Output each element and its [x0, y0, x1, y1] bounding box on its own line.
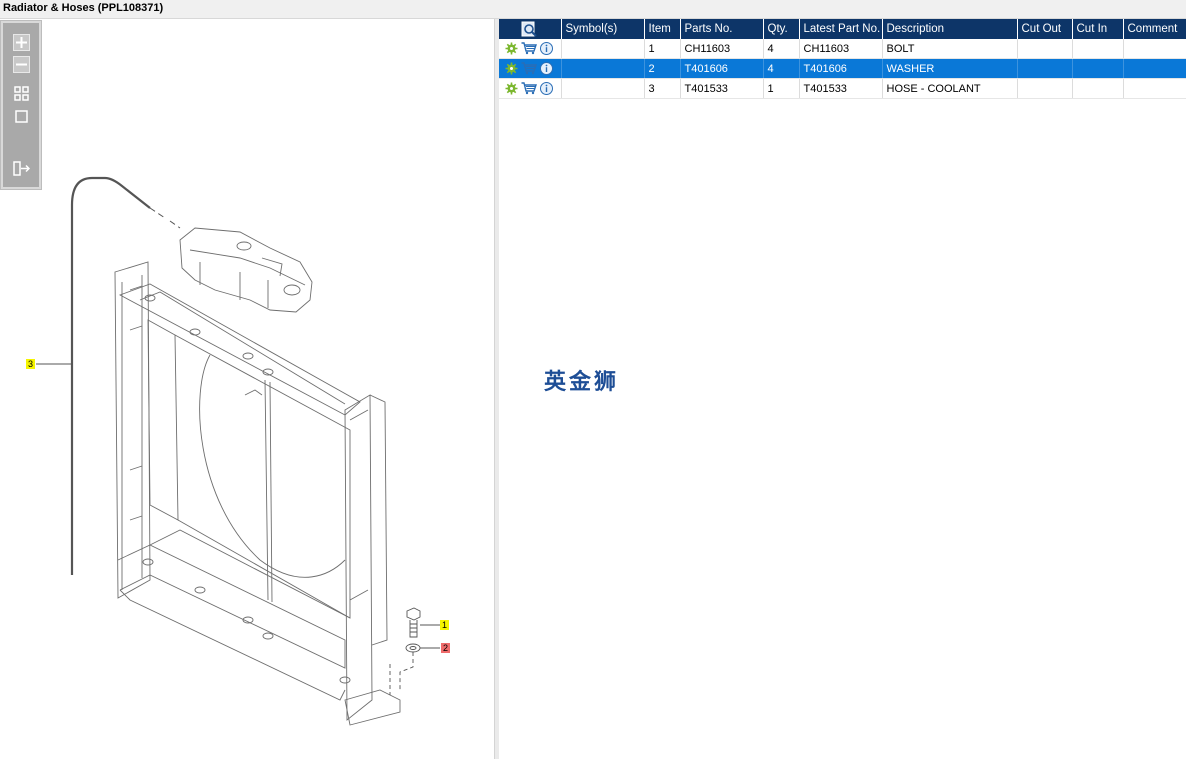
parts-diagram — [36, 176, 440, 726]
info-icon[interactable] — [540, 62, 553, 75]
cell-symbols — [561, 39, 645, 59]
diagram-pane[interactable]: 3 1 2 — [0, 19, 494, 759]
parts-table: Symbol(s) Item Parts No. Qty. Latest Par… — [499, 19, 1186, 99]
column-header-qty[interactable]: Qty. — [763, 19, 800, 39]
callout-2[interactable]: 2 — [441, 643, 450, 653]
cell-qty: 1 — [763, 78, 800, 99]
cell-cut-out — [1017, 58, 1073, 79]
gear-icon[interactable] — [505, 42, 518, 55]
column-header-cut-out[interactable]: Cut Out — [1017, 19, 1073, 39]
hose-coolant-drawing — [70, 176, 151, 575]
watermark: 英金狮 — [544, 370, 620, 395]
window-title: Radiator & Hoses (PPL108371) — [3, 2, 164, 14]
shopping-cart-icon[interactable] — [521, 42, 537, 55]
column-header-symbols[interactable]: Symbol(s) — [561, 19, 645, 39]
cell-description: WASHER — [882, 58, 1018, 79]
cell-latest-part-no: T401533 — [799, 78, 883, 99]
cell-qty: 4 — [763, 39, 800, 59]
cell-description: HOSE - COOLANT — [882, 78, 1018, 99]
cell-cut-in — [1072, 58, 1124, 79]
column-header-find[interactable] — [499, 19, 562, 39]
cell-cut-out — [1017, 39, 1073, 59]
table-row[interactable]: 2 T401606 4 T401606 WASHER — [499, 58, 1186, 79]
table-header-row: Symbol(s) Item Parts No. Qty. Latest Par… — [499, 19, 1186, 39]
info-icon[interactable] — [540, 42, 553, 55]
callout-1[interactable]: 1 — [440, 620, 449, 630]
cell-symbols — [561, 58, 645, 79]
column-header-description[interactable]: Description — [882, 19, 1018, 39]
callout-3[interactable]: 3 — [26, 359, 35, 369]
cell-comment — [1123, 58, 1186, 79]
cell-parts-no: CH11603 — [680, 39, 764, 59]
cell-item: 2 — [644, 58, 681, 79]
washer-drawing — [389, 643, 440, 695]
cell-symbols — [561, 78, 645, 99]
table-row[interactable]: 1 CH11603 4 CH11603 BOLT — [499, 39, 1186, 59]
column-header-cut-in[interactable]: Cut In — [1072, 19, 1124, 39]
expansion-tank-drawing — [179, 227, 313, 313]
gear-icon[interactable] — [505, 82, 518, 95]
parts-list-pane: Symbol(s) Item Parts No. Qty. Latest Par… — [499, 19, 1186, 759]
cell-cut-out — [1017, 78, 1073, 99]
cell-parts-no: T401606 — [680, 58, 764, 79]
table-row[interactable]: 3 T401533 1 T401533 HOSE - COOLANT — [499, 78, 1186, 99]
cell-cut-in — [1072, 39, 1124, 59]
title-bar: Radiator & Hoses (PPL108371) — [0, 0, 1186, 19]
cell-comment — [1123, 78, 1186, 99]
info-icon[interactable] — [540, 82, 553, 95]
column-header-item[interactable]: Item — [644, 19, 681, 39]
cell-comment — [1123, 39, 1186, 59]
shopping-cart-icon[interactable] — [521, 62, 537, 75]
find-part-icon[interactable] — [521, 21, 538, 38]
cell-latest-part-no: CH11603 — [799, 39, 883, 59]
cell-description: BOLT — [882, 39, 1018, 59]
bolt-drawing — [406, 607, 440, 638]
column-header-parts-no[interactable]: Parts No. — [680, 19, 764, 39]
cell-parts-no: T401533 — [680, 78, 764, 99]
cell-qty: 4 — [763, 58, 800, 79]
column-header-latest-part-no[interactable]: Latest Part No. — [799, 19, 883, 39]
column-header-comment[interactable]: Comment — [1123, 19, 1186, 39]
cell-latest-part-no: T401606 — [799, 58, 883, 79]
gear-icon[interactable] — [505, 62, 518, 75]
cell-cut-in — [1072, 78, 1124, 99]
cell-item: 3 — [644, 78, 681, 99]
cell-item: 1 — [644, 39, 681, 59]
radiator-frame-drawing — [114, 261, 401, 726]
shopping-cart-icon[interactable] — [521, 82, 537, 95]
